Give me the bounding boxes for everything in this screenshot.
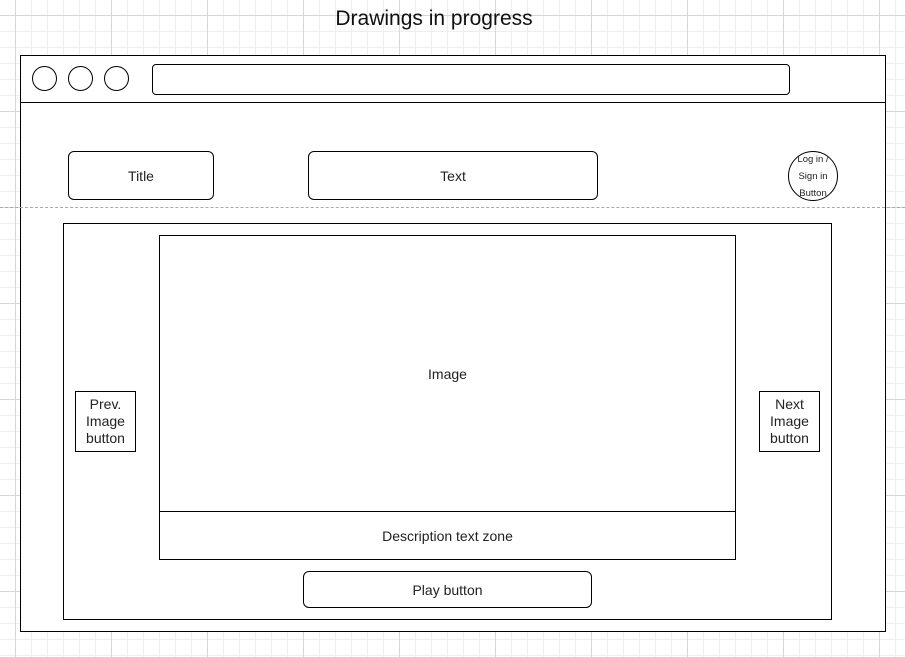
image-area: Image (159, 235, 736, 512)
address-bar[interactable] (152, 64, 790, 95)
diagram-title-text: Drawings in progress (335, 7, 533, 30)
login-signin-button[interactable]: Log in / Sign in Button (788, 151, 838, 201)
title-box: Title (68, 151, 214, 200)
text-box-label: Text (440, 167, 466, 184)
prev-image-button[interactable]: Prev. Image button (75, 391, 136, 452)
prev-button-line-2: Image (86, 413, 125, 429)
description-zone-label: Description text zone (382, 527, 513, 544)
window-maximize-circle-icon[interactable] (104, 66, 129, 91)
play-button[interactable]: Play button (303, 571, 592, 608)
window-header-divider (20, 102, 886, 103)
next-button-line-3: button (770, 430, 809, 446)
login-button-line-2: Sign in (798, 170, 828, 182)
next-image-button[interactable]: Next Image button (759, 391, 820, 452)
next-button-line-1: Next (775, 396, 804, 412)
diagram-title: Drawings in progress (0, 4, 868, 34)
description-text-zone: Description text zone (159, 511, 736, 560)
window-close-circle-icon[interactable] (32, 66, 57, 91)
login-button-line-1: Log in / (797, 153, 829, 165)
next-button-line-2: Image (770, 413, 809, 429)
window-minimize-circle-icon[interactable] (68, 66, 93, 91)
text-box: Text (308, 151, 598, 200)
dashed-guide-line (0, 207, 905, 208)
prev-button-line-3: button (86, 430, 125, 446)
image-area-label: Image (428, 365, 467, 382)
prev-button-line-1: Prev. (89, 396, 122, 412)
play-button-label: Play button (412, 581, 483, 598)
login-button-line-3: Button (799, 187, 827, 199)
title-box-label: Title (128, 167, 154, 184)
